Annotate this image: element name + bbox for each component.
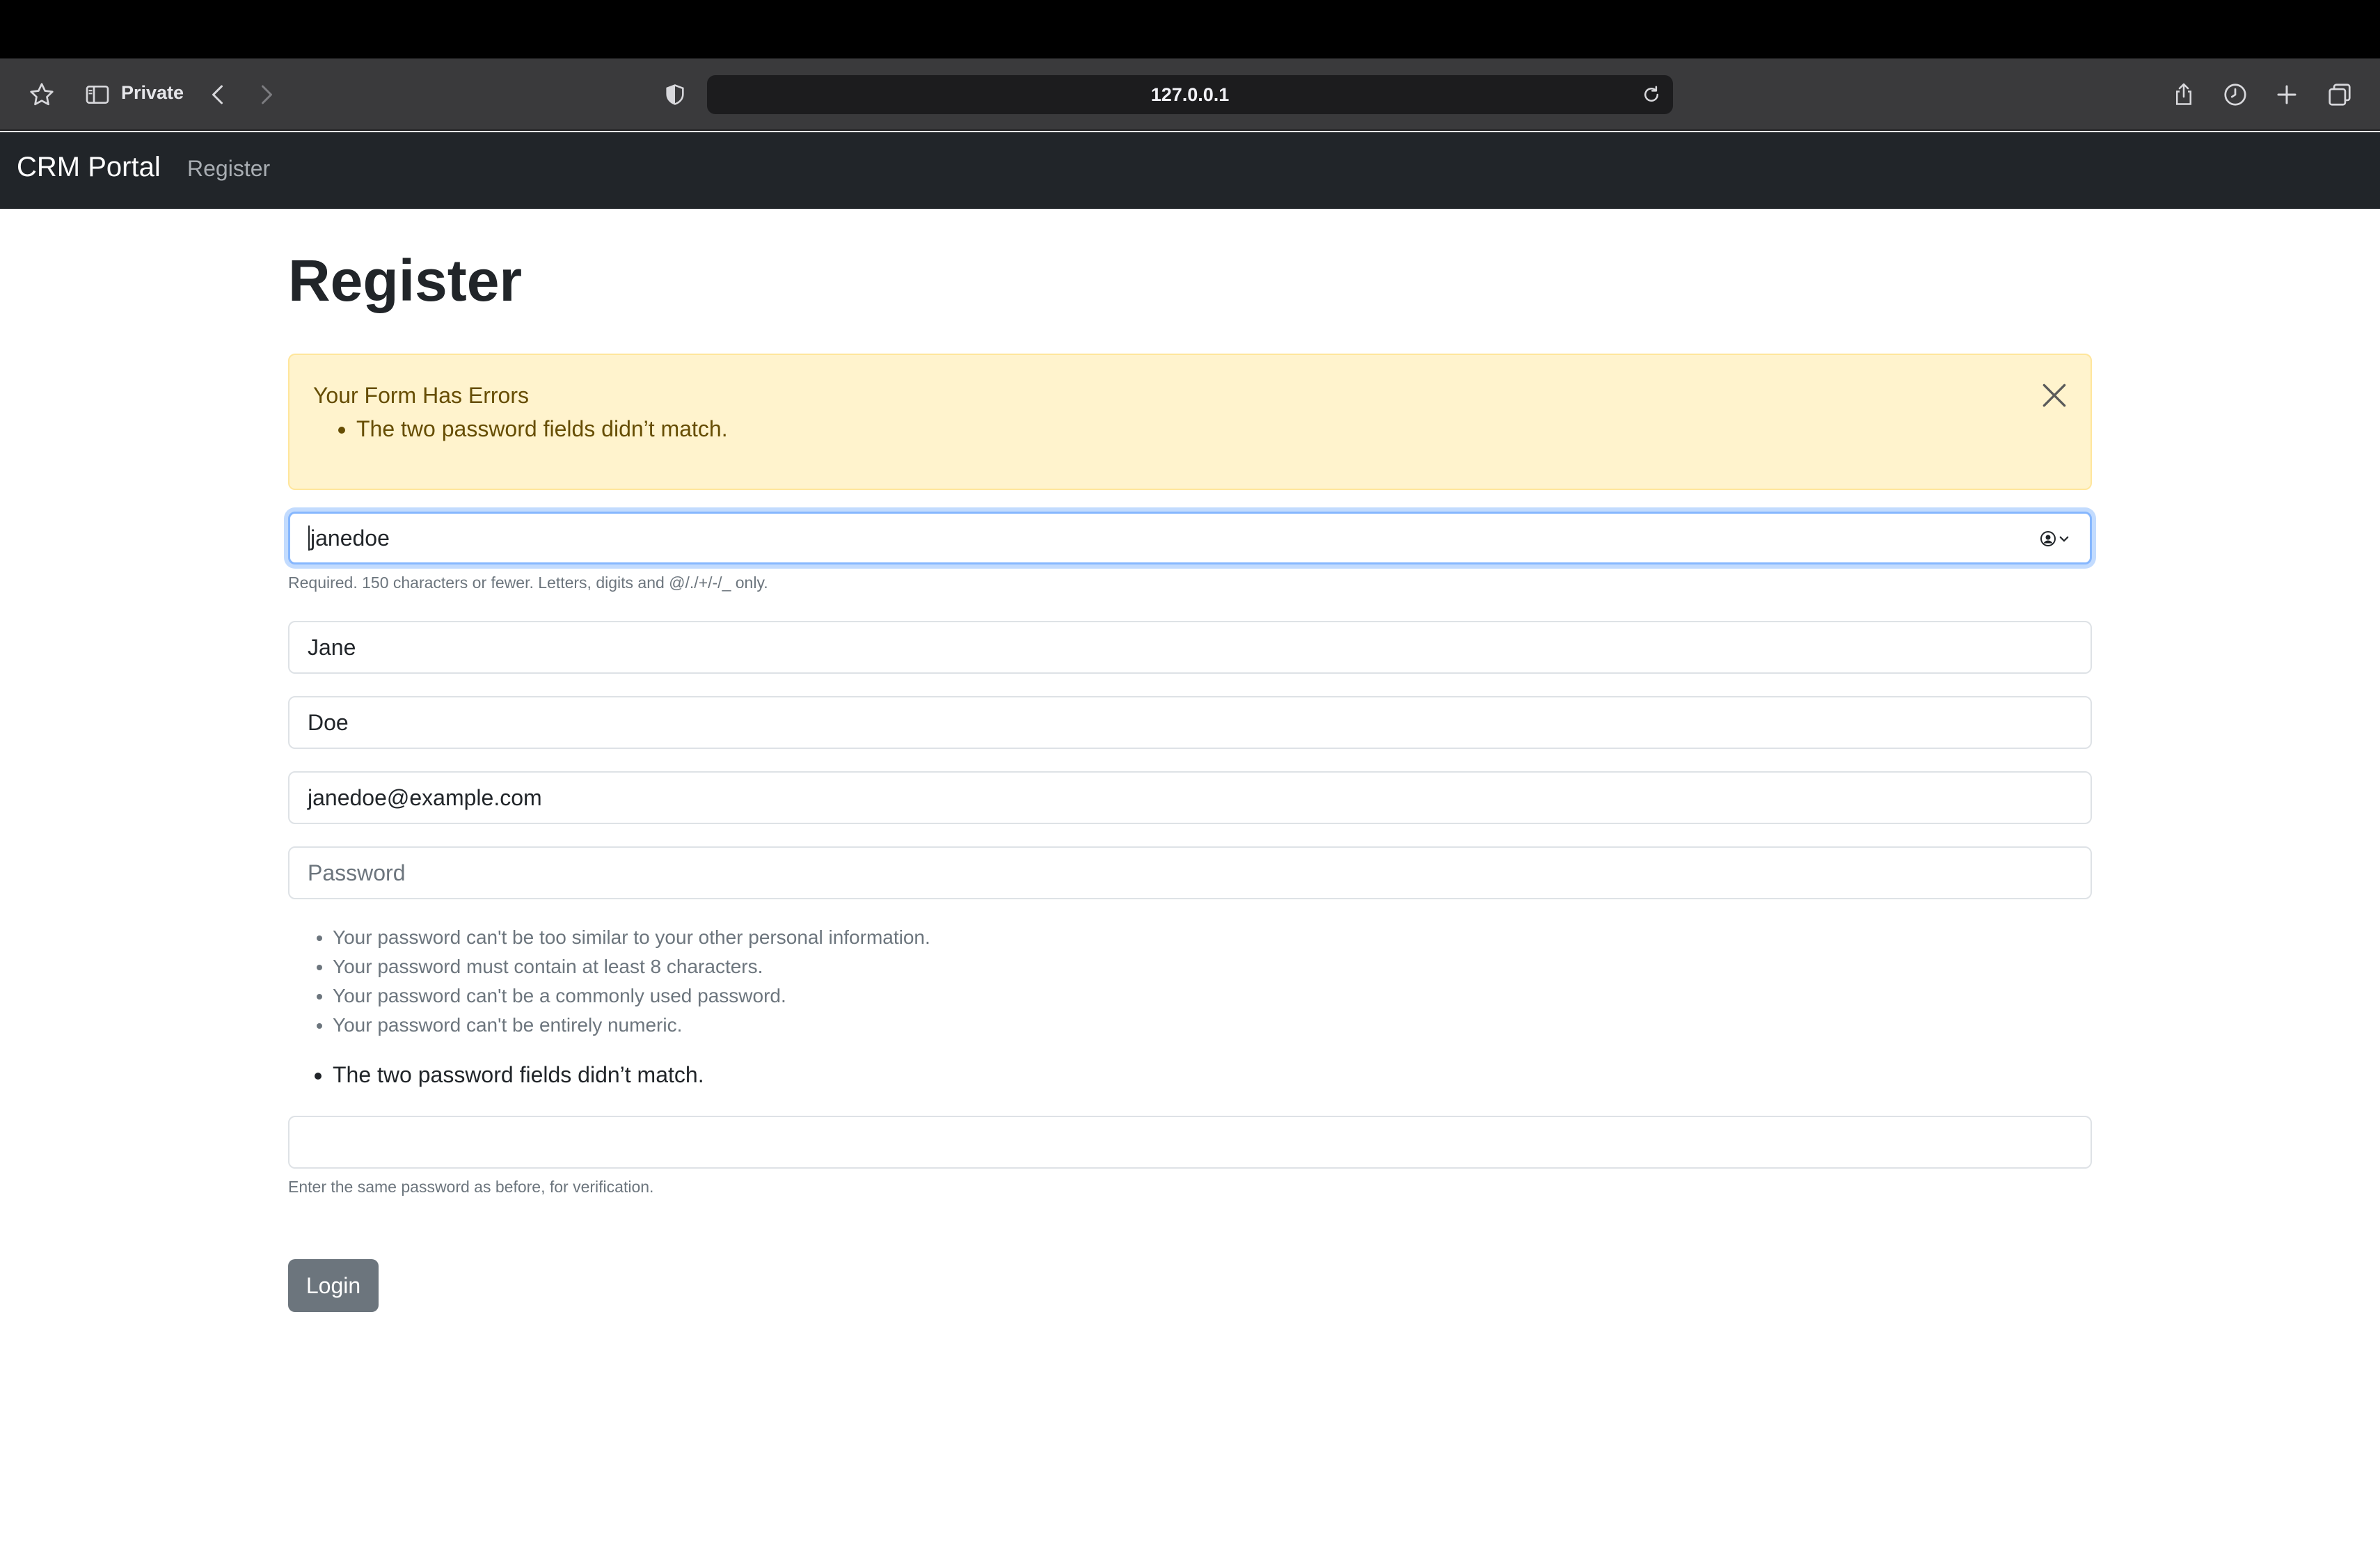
alert-error-list: The two password fields didn’t match. — [356, 416, 728, 442]
alert-error-item: The two password fields didn’t match. — [356, 416, 728, 442]
password-requirement: Your password can't be a commonly used p… — [333, 981, 930, 1011]
share-icon[interactable] — [2168, 78, 2199, 111]
star-icon[interactable] — [26, 79, 57, 110]
last-name-field[interactable]: Doe — [288, 696, 2092, 749]
shield-icon[interactable] — [660, 79, 690, 110]
private-mode-label: Private — [121, 82, 184, 103]
history-icon[interactable] — [2220, 79, 2251, 110]
form-error-alert: Your Form Has Errors The two password fi… — [288, 354, 2092, 490]
password-requirements-list: Your password can't be too similar to yo… — [333, 923, 930, 1040]
password-confirm-error: The two password fields didn’t match. — [333, 1062, 704, 1088]
page-title: Register — [288, 248, 523, 313]
username-help-text: Required. 150 characters or fewer. Lette… — [288, 574, 768, 592]
last-name-value: Doe — [308, 709, 349, 735]
brand-link[interactable]: CRM Portal — [17, 152, 161, 183]
password-requirement: Your password can't be too similar to yo… — [333, 923, 930, 952]
address-bar[interactable]: 127.0.0.1 — [707, 75, 1673, 114]
sidebar-icon[interactable] — [82, 79, 113, 110]
password-confirm-field[interactable] — [288, 1116, 2092, 1169]
password-requirement: Your password must contain at least 8 ch… — [333, 952, 930, 981]
text-caret — [308, 526, 310, 551]
new-tab-icon[interactable] — [2271, 79, 2302, 110]
email-field[interactable]: janedoe@example.com — [288, 771, 2092, 824]
email-value: janedoe@example.com — [308, 784, 542, 810]
first-name-value: Jane — [308, 634, 356, 660]
password-requirement: Your password can't be entirely numeric. — [333, 1011, 930, 1040]
password-confirm-error-list: The two password fields didn’t match. — [333, 1062, 704, 1088]
login-button[interactable]: Login — [288, 1259, 379, 1312]
reload-icon[interactable] — [1641, 84, 1662, 110]
password-field[interactable]: Password — [288, 846, 2092, 899]
password-placeholder: Password — [308, 860, 406, 885]
url-text: 127.0.0.1 — [1150, 84, 1230, 105]
autofill-contact-icon[interactable] — [2040, 530, 2070, 547]
close-icon[interactable] — [2039, 380, 2070, 411]
nav-link-register[interactable]: Register — [187, 156, 270, 182]
username-field[interactable]: janedoe — [288, 512, 2092, 564]
app-navbar: CRM Portal Register — [0, 132, 2380, 209]
username-value: janedoe — [310, 525, 390, 551]
back-icon[interactable] — [203, 79, 234, 110]
tabs-overview-icon[interactable] — [2324, 79, 2355, 110]
first-name-field[interactable]: Jane — [288, 621, 2092, 674]
forward-icon[interactable] — [251, 79, 281, 110]
password-confirm-help-text: Enter the same password as before, for v… — [288, 1178, 654, 1196]
os-menu-bar — [0, 0, 2380, 58]
alert-title: Your Form Has Errors — [313, 383, 529, 408]
